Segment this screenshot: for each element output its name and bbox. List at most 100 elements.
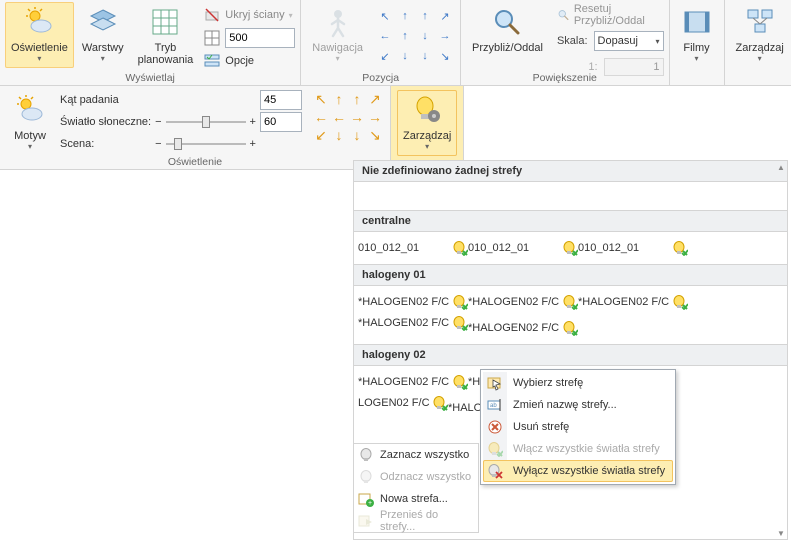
light-item[interactable]: *HALOGEN02 F/C bbox=[358, 374, 468, 390]
caret-icon: ▾ bbox=[336, 55, 340, 63]
grid-size-input[interactable] bbox=[225, 28, 295, 48]
arrow-se-icon[interactable]: ↘ bbox=[366, 126, 384, 144]
minus-icon[interactable]: − bbox=[155, 116, 161, 128]
arrow-n-icon[interactable]: ↑ bbox=[330, 90, 348, 108]
light-item[interactable]: *HALOGEN02 F/C bbox=[468, 320, 578, 336]
context-rename-zone[interactable]: Zmień nazwę strefy... bbox=[483, 394, 673, 416]
manage-button[interactable]: Zarządzaj ▾ bbox=[730, 2, 790, 68]
scale-combo[interactable]: Dopasuj ▾ bbox=[594, 31, 664, 51]
caret-icon: ▾ bbox=[758, 55, 762, 63]
angle-label: Kąt padania bbox=[60, 94, 151, 106]
pan-down-right-icon[interactable]: ↘ bbox=[435, 46, 455, 66]
light-item[interactable]: *HALOGEN02 F/C bbox=[358, 310, 468, 336]
arrow-s-icon[interactable]: ↓ bbox=[348, 126, 366, 144]
zone-header-halogeny02[interactable]: halogeny 02 bbox=[354, 344, 787, 366]
sunlight-input[interactable] bbox=[260, 112, 302, 132]
pan-up-left-icon[interactable]: ↖ bbox=[375, 6, 395, 26]
pan-left-icon[interactable]: ← bbox=[375, 26, 395, 46]
angle-input[interactable] bbox=[260, 90, 302, 110]
reset-zoom-icon bbox=[557, 7, 570, 23]
deselect-all-action: Odznacz wszystko bbox=[354, 466, 478, 488]
manage-group: Zarządzaj ▾ bbox=[725, 0, 791, 85]
move-to-zone-action: Przenieś do strefy... bbox=[354, 510, 478, 532]
navigation-button[interactable]: Nawigacja ▾ bbox=[306, 2, 369, 68]
scene-slider[interactable] bbox=[166, 137, 246, 151]
bulb-on-icon bbox=[452, 294, 468, 310]
select-all-action[interactable]: Zaznacz wszystko bbox=[354, 444, 478, 466]
plus-icon[interactable]: + bbox=[250, 116, 256, 128]
light-item[interactable]: *HALOGEN02 F/C bbox=[358, 294, 468, 310]
plan-mode-button[interactable]: Tryb planowania bbox=[132, 2, 200, 68]
chevron-down-icon: ▾ bbox=[656, 37, 660, 46]
pan-down-icon[interactable]: ↓ bbox=[395, 46, 415, 66]
context-delete-zone-label: Usuń strefę bbox=[513, 421, 569, 433]
zone-header-halogeny01[interactable]: halogeny 01 bbox=[354, 264, 787, 286]
grid-small-icon bbox=[204, 30, 220, 46]
light-item[interactable]: *HALOGEN02 F/C bbox=[578, 294, 688, 310]
bulb-on-icon bbox=[562, 240, 578, 256]
layers-label: Warstwy bbox=[82, 42, 124, 54]
pan-up-right-icon[interactable]: ↗ bbox=[435, 6, 455, 26]
movies-button[interactable]: Filmy ▾ bbox=[675, 2, 719, 68]
arrow-n-icon[interactable]: ↑ bbox=[348, 90, 366, 108]
arrow-nw-icon[interactable]: ↖ bbox=[312, 90, 330, 108]
reset-zoom-label[interactable]: Resetuj Przybliż/Oddal bbox=[574, 3, 664, 27]
zone-header-central[interactable]: centralne bbox=[354, 210, 787, 232]
new-zone-icon bbox=[358, 491, 374, 507]
zoom-label: Przybliż/Oddal bbox=[472, 42, 543, 54]
arrow-s-icon[interactable]: ↓ bbox=[330, 126, 348, 144]
context-select-zone-label: Wybierz strefę bbox=[513, 377, 583, 389]
plus-icon[interactable]: + bbox=[250, 138, 256, 150]
zoom-group: Przybliż/Oddal Resetuj Przybliż/Oddal Sk… bbox=[461, 0, 670, 85]
light-item[interactable]: *HALOGEN02 F/C bbox=[468, 294, 578, 310]
context-all-off-label: Wyłącz wszystkie światła strefy bbox=[513, 465, 665, 477]
options-button[interactable] bbox=[201, 50, 223, 72]
lighting-button[interactable]: Oświetlenie ▾ bbox=[5, 2, 74, 68]
arrow-e-icon[interactable]: → bbox=[348, 108, 366, 126]
scene-label: Scena: bbox=[60, 138, 151, 150]
arrow-ne-icon[interactable]: ↗ bbox=[366, 90, 384, 108]
light-item[interactable]: 010_012_01 bbox=[358, 240, 468, 256]
layers-button[interactable]: Warstwy ▾ bbox=[76, 2, 130, 68]
zone-header-none[interactable]: Nie zdefiniowano żadnej strefy bbox=[354, 161, 787, 182]
new-zone-label: Nowa strefa... bbox=[380, 493, 448, 505]
scroll-up-icon[interactable]: ▲ bbox=[775, 161, 787, 173]
arrow-w-icon[interactable]: ← bbox=[312, 108, 330, 126]
pan-down-left-icon[interactable]: ↙ bbox=[375, 46, 395, 66]
light-item[interactable]: 010_012_01 bbox=[468, 240, 578, 256]
pan-up-icon[interactable]: ↑ bbox=[415, 6, 435, 26]
context-all-on-label: Włącz wszystkie światła strefy bbox=[513, 443, 660, 455]
manage-label: Zarządzaj bbox=[736, 42, 784, 54]
pan-down-icon[interactable]: ↓ bbox=[415, 26, 435, 46]
position-group-label: Pozycja bbox=[301, 72, 460, 84]
caret-icon: ▾ bbox=[425, 143, 429, 151]
zoom-button[interactable]: Przybliż/Oddal bbox=[466, 2, 549, 68]
rename-icon bbox=[487, 397, 503, 413]
context-all-off[interactable]: Wyłącz wszystkie światła strefy bbox=[483, 460, 673, 482]
minus-icon[interactable]: − bbox=[155, 138, 161, 150]
pan-up-icon[interactable]: ↑ bbox=[395, 26, 415, 46]
light-item[interactable]: LOGEN02 F/C bbox=[358, 390, 448, 416]
zone-manage-group: Zarządzaj ▾ bbox=[391, 86, 464, 169]
new-zone-action[interactable]: Nowa strefa... bbox=[354, 488, 478, 510]
theme-button[interactable]: Motyw ▾ bbox=[6, 90, 54, 156]
context-delete-zone[interactable]: Usuń strefę bbox=[483, 416, 673, 438]
arrow-e-icon[interactable]: → bbox=[366, 108, 384, 126]
pan-right-icon[interactable]: → bbox=[435, 26, 455, 46]
hide-walls-button[interactable] bbox=[201, 4, 223, 26]
arrow-w-icon[interactable]: ← bbox=[330, 108, 348, 126]
bulb-on-icon bbox=[562, 320, 578, 336]
arrow-sw-icon[interactable]: ↙ bbox=[312, 126, 330, 144]
options-label: Opcje bbox=[225, 55, 254, 67]
scroll-down-icon[interactable]: ▼ bbox=[775, 527, 787, 539]
snap-grid-button[interactable] bbox=[201, 27, 223, 49]
light-item[interactable]: 010_012_01 bbox=[578, 240, 688, 256]
pan-up-icon[interactable]: ↑ bbox=[395, 6, 415, 26]
zone-manage-button[interactable]: Zarządzaj ▾ bbox=[397, 90, 457, 156]
scrollbar[interactable]: ▲ ▼ bbox=[775, 161, 787, 539]
sunlight-slider[interactable] bbox=[166, 115, 246, 129]
pan-down-icon[interactable]: ↓ bbox=[415, 46, 435, 66]
context-select-zone[interactable]: Wybierz strefę bbox=[483, 372, 673, 394]
layers-icon bbox=[87, 6, 119, 38]
delete-icon bbox=[487, 419, 503, 435]
